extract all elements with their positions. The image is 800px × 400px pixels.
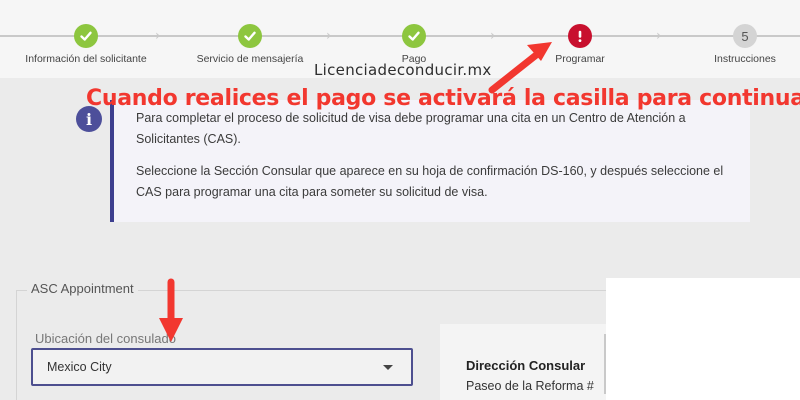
annotation-arrow-down-icon <box>159 278 183 342</box>
